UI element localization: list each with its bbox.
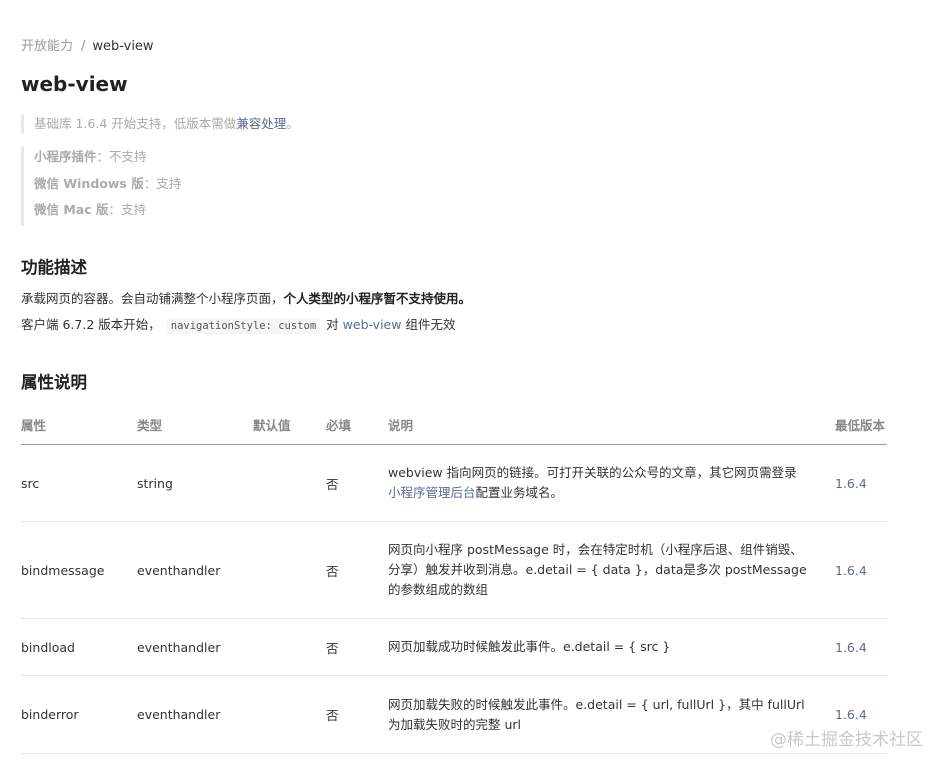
platform-name: 微信 Windows 版	[34, 175, 144, 191]
support-note-suffix: 。	[286, 116, 299, 131]
platform-status: 支持	[156, 175, 182, 191]
support-note: 基础库 1.6.4 开始支持，低版本需做兼容处理。	[21, 114, 299, 134]
cell-attr: bindload	[21, 618, 137, 676]
feature-description-text: 承载网页的容器。会自动铺满整个小程序页面，	[21, 291, 284, 306]
navigation-style-code: navigationStyle: custom	[166, 318, 321, 334]
web-view-link[interactable]: web-view	[343, 317, 402, 332]
cell-desc-text: webview 指向网页的链接。可打开关联的公众号的文章，其它网页需登录	[388, 465, 797, 480]
cell-desc-suffix: 配置业务域名。	[475, 485, 564, 500]
cell-required: 否	[326, 618, 388, 676]
platform-row-plugin: 小程序插件：不支持	[34, 146, 181, 173]
cell-desc: 网页加载失败的时候触发此事件。e.detail = { url, fullUrl…	[388, 675, 835, 754]
platform-support-note: 小程序插件：不支持 微信 Windows 版：支持 微信 Mac 版：支持	[21, 146, 181, 226]
platform-separator: ：	[108, 202, 122, 217]
platform-row-windows: 微信 Windows 版：支持	[34, 173, 181, 200]
platform-status: 支持	[121, 202, 147, 217]
cell-min-version[interactable]: 1.6.4	[835, 618, 887, 676]
platform-separator: ：	[143, 175, 157, 191]
breadcrumb: 开放能力 / web-view	[21, 35, 154, 54]
cell-default	[253, 675, 326, 754]
header-attr: 属性	[21, 404, 137, 445]
breadcrumb-current: web-view	[92, 39, 154, 54]
cell-desc: 网页加载成功时候触发此事件。e.detail = { src }	[388, 618, 835, 676]
header-desc: 说明	[388, 404, 835, 445]
header-type: 类型	[137, 404, 253, 445]
table-row: bindmessage eventhandler 否 网页向小程序 postMe…	[21, 521, 887, 619]
breadcrumb-parent-link[interactable]: 开放能力	[21, 39, 73, 54]
cell-min-version[interactable]: 1.6.4	[835, 444, 887, 522]
table-header-row: 属性 类型 默认值 必填 说明 最低版本	[21, 404, 887, 445]
cell-min-version[interactable]: 1.6.4	[835, 521, 887, 619]
watermark: @稀土掘金技术社区	[770, 730, 923, 750]
cell-desc: webview 指向网页的链接。可打开关联的公众号的文章，其它网页需登录小程序管…	[388, 444, 835, 522]
cell-desc: 网页向小程序 postMessage 时，会在特定时机（小程序后退、组件销毁、分…	[388, 521, 835, 619]
cell-default	[253, 444, 326, 522]
feature-description-heading: 功能描述	[21, 258, 87, 277]
client-version-middle: 对	[326, 317, 343, 332]
cell-required: 否	[326, 521, 388, 619]
cell-required: 否	[326, 444, 388, 522]
client-version-text: 客户端 6.7.2 版本开始，	[21, 317, 161, 332]
table-row: binderror eventhandler 否 网页加载失败的时候触发此事件。…	[21, 675, 887, 754]
header-min-version: 最低版本	[835, 404, 887, 445]
cell-required: 否	[326, 675, 388, 754]
header-required: 必填	[326, 404, 388, 445]
platform-separator: ：	[96, 149, 110, 164]
cell-attr: bindmessage	[21, 521, 137, 619]
platform-row-mac: 微信 Mac 版：支持	[34, 199, 181, 226]
platform-status: 不支持	[109, 149, 147, 164]
cell-default	[253, 521, 326, 619]
compat-handling-link[interactable]: 兼容处理	[236, 116, 286, 131]
header-default: 默认值	[253, 404, 326, 445]
properties-heading: 属性说明	[21, 373, 87, 392]
support-note-text: 基础库 1.6.4 开始支持，低版本需做	[34, 116, 237, 131]
feature-description-warning: 个人类型的小程序暂不支持使用。	[283, 291, 472, 306]
cell-type: eventhandler	[137, 618, 253, 676]
cell-attr: binderror	[21, 675, 137, 754]
page-title: web-view	[21, 72, 128, 96]
breadcrumb-separator: /	[81, 39, 86, 54]
cell-type: eventhandler	[137, 675, 253, 754]
cell-attr: src	[21, 444, 137, 522]
client-version-suffix: 组件无效	[401, 317, 456, 332]
cell-type: string	[137, 444, 253, 522]
platform-name: 微信 Mac 版	[34, 202, 109, 217]
feature-description-line-1: 承载网页的容器。会自动铺满整个小程序页面，个人类型的小程序暂不支持使用。	[21, 288, 471, 307]
mp-admin-link[interactable]: 小程序管理后台	[388, 485, 476, 500]
cell-default	[253, 618, 326, 676]
properties-table: 属性 类型 默认值 必填 说明 最低版本 src string 否 webvie…	[21, 404, 887, 754]
platform-name: 小程序插件	[34, 149, 97, 164]
feature-description-line-2: 客户端 6.7.2 版本开始， navigationStyle: custom 对 …	[21, 314, 456, 334]
table-row: bindload eventhandler 否 网页加载成功时候触发此事件。e.…	[21, 618, 887, 676]
table-row: src string 否 webview 指向网页的链接。可打开关联的公众号的文…	[21, 444, 887, 522]
cell-type: eventhandler	[137, 521, 253, 619]
